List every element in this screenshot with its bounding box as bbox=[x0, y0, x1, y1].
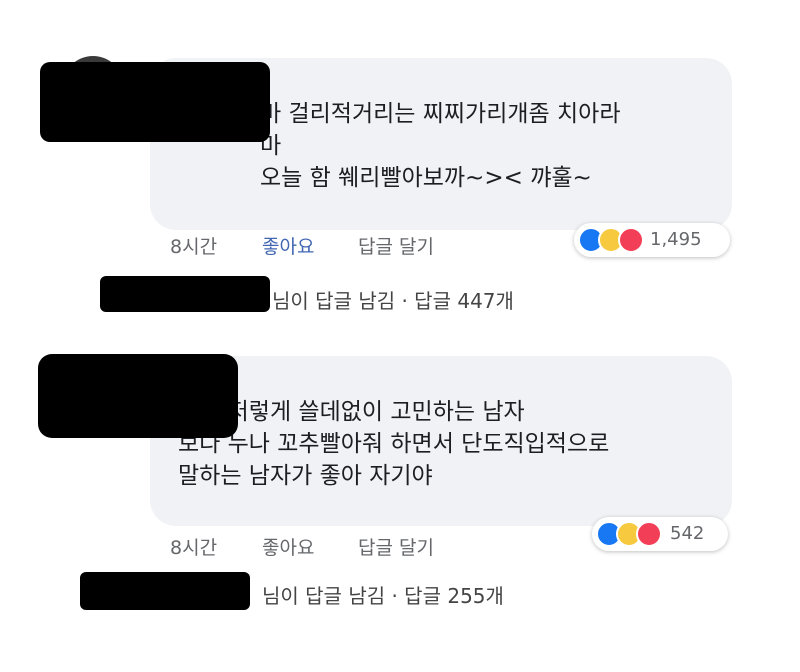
love-icon bbox=[618, 227, 644, 253]
comment-text: 마 걸리적거리는 찌찌가리개좀 치아라 마 오늘 함 쒜리빨아보까~>< 꺄훌~ bbox=[260, 101, 621, 191]
reaction-summary[interactable]: 542 bbox=[592, 517, 728, 551]
like-button[interactable]: 좋아요 bbox=[262, 232, 314, 259]
like-button[interactable]: 좋아요 bbox=[262, 533, 314, 560]
comment-meta: 8시간 좋아요 답글 달기 bbox=[170, 232, 470, 260]
love-icon bbox=[636, 521, 662, 547]
reaction-count: 1,495 bbox=[650, 229, 702, 250]
redacted-replier-name bbox=[80, 572, 250, 610]
comment-meta: 8시간 좋아요 답글 달기 bbox=[170, 533, 470, 561]
reaction-count: 542 bbox=[670, 523, 705, 544]
replies-link[interactable]: 님이 답글 남김 · 답글 255개 bbox=[262, 580, 504, 609]
reply-button[interactable]: 답글 달기 bbox=[358, 533, 434, 560]
reply-button[interactable]: 답글 달기 bbox=[358, 232, 434, 259]
reaction-summary[interactable]: 1,495 bbox=[574, 223, 730, 257]
comment-time[interactable]: 8시간 bbox=[170, 232, 217, 259]
redacted-name bbox=[38, 354, 238, 438]
redacted-name bbox=[40, 62, 270, 142]
comment-time[interactable]: 8시간 bbox=[170, 533, 217, 560]
replies-link[interactable]: 님이 답글 남김 · 답글 447개 bbox=[272, 285, 514, 314]
redacted-replier-name bbox=[100, 276, 270, 312]
comment-text: 나는 저렇게 쓸데없이 고민하는 남자 보다 누나 꼬추빨아줘 하면서 단도직입… bbox=[178, 399, 610, 489]
